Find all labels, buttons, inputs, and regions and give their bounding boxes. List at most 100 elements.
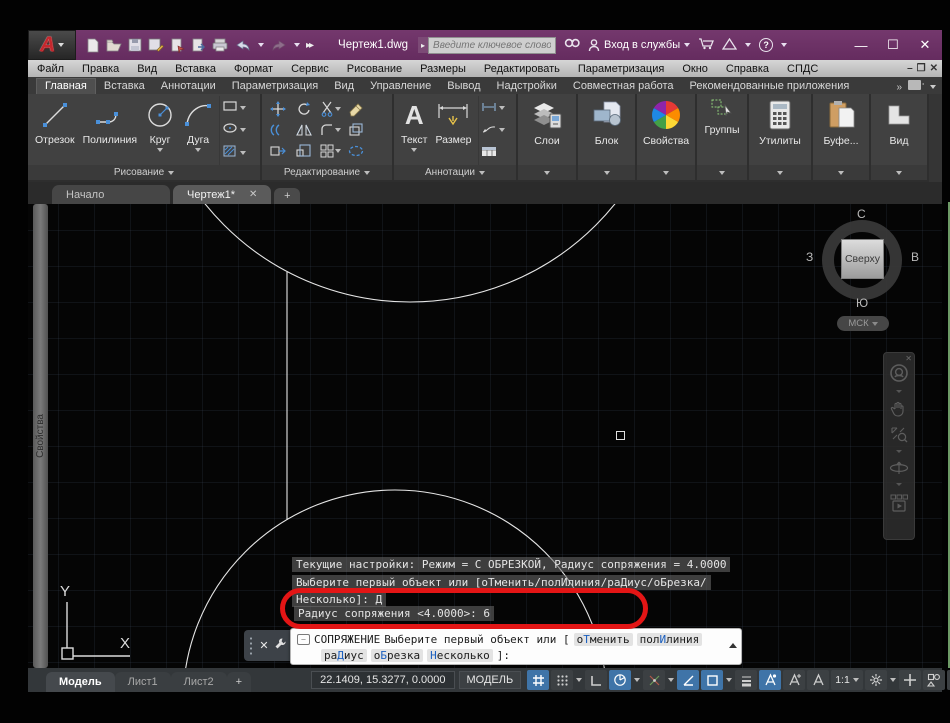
- menu-dimension[interactable]: Размеры: [411, 60, 475, 77]
- new-layout-button[interactable]: +: [226, 671, 252, 692]
- command-line-window[interactable]: – СОПРЯЖЕНИЕ Выберите первый объект или …: [290, 628, 742, 665]
- explode-button[interactable]: [348, 145, 364, 157]
- search-icon[interactable]: [564, 37, 580, 53]
- application-menu-button[interactable]: A: [28, 30, 76, 60]
- ribbon-tab-collaborate[interactable]: Совместная работа: [565, 79, 682, 94]
- undo-dropdown-icon[interactable]: [258, 43, 264, 47]
- drag-grip-icon[interactable]: [249, 635, 255, 656]
- minimize-button[interactable]: —: [846, 33, 876, 57]
- block-button[interactable]: Блок: [582, 96, 632, 165]
- menu-edit[interactable]: Правка: [73, 60, 128, 77]
- ribbon-tab-output[interactable]: Вывод: [439, 79, 488, 94]
- menu-format[interactable]: Формат: [225, 60, 282, 77]
- stretch-button[interactable]: [270, 144, 286, 158]
- ribbon-expand-icon[interactable]: »: [896, 82, 902, 93]
- workspace-dropdown-icon[interactable]: [889, 670, 897, 690]
- annotation-scale-value[interactable]: 1:1: [831, 670, 863, 690]
- rectangle-dropdown-icon[interactable]: [240, 106, 247, 111]
- text-button[interactable]: A Текст: [397, 96, 431, 165]
- save-as-button[interactable]: [148, 38, 164, 52]
- scale-button[interactable]: [296, 143, 312, 158]
- menu-draw[interactable]: Рисование: [338, 60, 411, 77]
- new-file-button[interactable]: [86, 38, 100, 53]
- move-button[interactable]: [270, 100, 286, 117]
- panel-label-utilities[interactable]: [749, 165, 811, 180]
- isolate-objects-button[interactable]: [922, 670, 945, 690]
- osnap-dropdown-icon[interactable]: [725, 670, 733, 690]
- panel-label-groups[interactable]: [697, 165, 747, 180]
- menu-spds[interactable]: СПДС: [778, 60, 827, 77]
- doc-minimize-icon[interactable]: –: [907, 63, 913, 74]
- layers-button[interactable]: Слои: [522, 96, 572, 165]
- option-undo[interactable]: о Тменить: [573, 632, 633, 646]
- utilities-button[interactable]: Утилиты: [751, 96, 809, 165]
- groups-button[interactable]: Группы: [697, 96, 748, 165]
- layout2-tab[interactable]: Лист2: [170, 671, 227, 692]
- search-input[interactable]: [428, 36, 557, 54]
- polar-tracking-toggle[interactable]: [609, 670, 632, 690]
- fillet-button[interactable]: [320, 123, 341, 137]
- arc-dropdown-icon[interactable]: [195, 148, 202, 152]
- open-file-button[interactable]: [106, 38, 122, 52]
- panel-label-modify[interactable]: Редактирование: [262, 165, 392, 180]
- erase-button[interactable]: [348, 101, 364, 117]
- model-tab[interactable]: Модель: [46, 671, 115, 692]
- grid-display-toggle[interactable]: [527, 670, 550, 690]
- panel-label-annotation[interactable]: Аннотации: [394, 165, 516, 180]
- circle-dropdown-icon[interactable]: [157, 148, 164, 152]
- otrack-dropdown-icon[interactable]: [667, 670, 675, 690]
- crosshair-units-button[interactable]: [898, 670, 921, 690]
- save-button[interactable]: [128, 38, 142, 52]
- annotation-scale-icon[interactable]: [807, 670, 830, 690]
- customize-wrench-icon[interactable]: [274, 637, 287, 655]
- menu-insert[interactable]: Вставка: [166, 60, 225, 77]
- option-radius[interactable]: ра Диус: [321, 648, 367, 662]
- panel-label-view[interactable]: [871, 165, 927, 180]
- menu-help[interactable]: Справка: [717, 60, 778, 77]
- leader-icon[interactable]: [481, 121, 497, 139]
- option-multiple[interactable]: Несколько: [427, 648, 493, 662]
- hatch-dropdown-icon[interactable]: [240, 150, 247, 155]
- dimension-button[interactable]: Размер: [431, 96, 475, 165]
- ortho-mode-toggle[interactable]: [585, 670, 608, 690]
- panel-label-clipboard[interactable]: [813, 165, 869, 180]
- command-close-icon[interactable]: ✕: [259, 639, 268, 652]
- ribbon-tab-annotate[interactable]: Аннотации: [153, 79, 224, 94]
- ribbon-tab-home[interactable]: Главная: [36, 78, 96, 94]
- a360-dropdown-icon[interactable]: [745, 43, 752, 47]
- new-drawing-tab-button[interactable]: +: [274, 188, 301, 204]
- export-button[interactable]: [191, 38, 206, 53]
- circle-button[interactable]: Круг: [141, 96, 179, 165]
- dim-dropdown-icon[interactable]: [498, 106, 505, 111]
- drawing-canvas[interactable]: Свойства Сверху С Ю З В МСК ✕ Y X Текущи…: [28, 204, 942, 668]
- doc-restore-icon[interactable]: ❐: [917, 63, 926, 74]
- hatch-icon[interactable]: [222, 144, 238, 162]
- annotation-visibility-toggle[interactable]: [759, 670, 782, 690]
- menu-tools[interactable]: Сервис: [282, 60, 338, 77]
- qat-customize-icon[interactable]: ▸▸: [306, 40, 314, 51]
- properties-button[interactable]: Свойства: [635, 96, 697, 165]
- object-snap-toggle[interactable]: [701, 670, 724, 690]
- panel-label-properties[interactable]: [637, 165, 695, 180]
- print-button[interactable]: [212, 38, 228, 52]
- table-icon[interactable]: [481, 144, 497, 162]
- ribbon-tab-addins[interactable]: Надстройки: [489, 79, 565, 94]
- ribbon-display-dropdown-icon[interactable]: [930, 85, 936, 89]
- model-space-button[interactable]: МОДЕЛЬ: [458, 671, 522, 689]
- rotate-button[interactable]: [296, 101, 312, 117]
- app-store-icon[interactable]: [698, 37, 715, 53]
- panel-label-layers[interactable]: [518, 165, 576, 180]
- a360-icon[interactable]: [721, 37, 738, 53]
- trim-button[interactable]: [320, 101, 341, 117]
- help-dropdown-icon[interactable]: [781, 43, 788, 47]
- copy-button[interactable]: [348, 122, 364, 137]
- line-button[interactable]: Отрезок: [31, 96, 79, 165]
- arc-button[interactable]: Дуга: [179, 96, 217, 165]
- object-snap-tracking-toggle[interactable]: [643, 670, 666, 690]
- maximize-button[interactable]: ☐: [878, 33, 908, 57]
- option-polyline[interactable]: пол Илиния: [636, 632, 703, 646]
- menu-window[interactable]: Окно: [673, 60, 717, 77]
- array-button[interactable]: [320, 144, 341, 158]
- file-tab-start[interactable]: Начало: [52, 185, 170, 204]
- ribbon-display-options-icon[interactable]: [908, 80, 925, 94]
